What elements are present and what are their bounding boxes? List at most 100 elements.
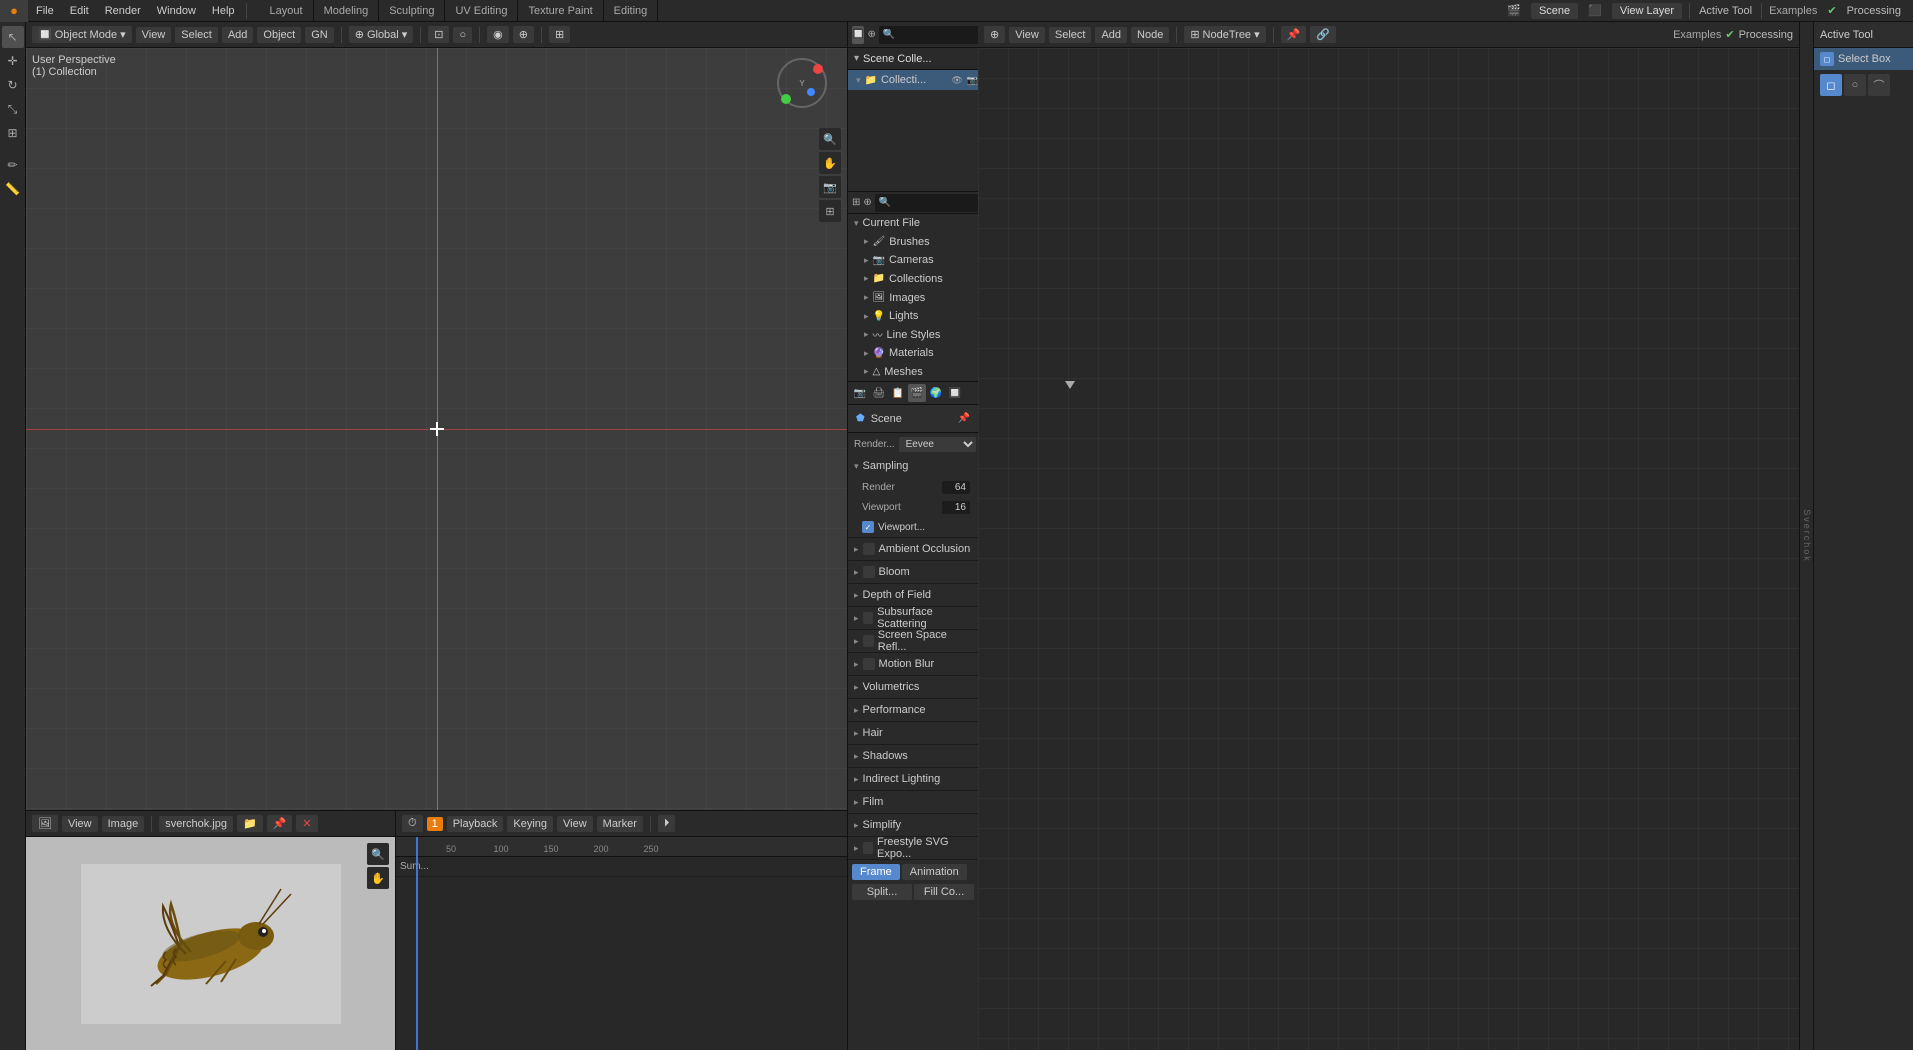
fill-co-btn[interactable]: Fill Co... — [914, 884, 974, 900]
viewport-overlays[interactable]: ⊕ — [513, 26, 534, 43]
bloom-header[interactable]: ▸ Bloom — [848, 561, 978, 583]
tool-cursor[interactable]: ↖ — [2, 26, 24, 48]
tab-modeling[interactable]: Modeling — [314, 0, 380, 21]
menu-help[interactable]: Help — [204, 0, 243, 21]
render-icon[interactable]: 📷 — [851, 384, 869, 402]
frame-tab[interactable]: Frame — [852, 864, 900, 880]
menu-file[interactable]: File — [28, 0, 62, 21]
film-header[interactable]: ▸ Film — [848, 791, 978, 813]
view-menu[interactable]: View — [136, 27, 172, 43]
scene-pin-icon[interactable]: 📌 — [958, 413, 970, 424]
il-header[interactable]: ▸ Indirect Lighting — [848, 768, 978, 790]
gn-menu[interactable]: GN — [305, 27, 334, 43]
outliner-item-collection[interactable]: ▾ 📁 Collecti... 👁 📷 — [848, 70, 978, 90]
menu-render[interactable]: Render — [97, 0, 149, 21]
sampling-header[interactable]: ▾ Sampling — [848, 455, 978, 477]
image-pin-btn[interactable]: 📌 — [267, 815, 293, 832]
tab-texture-paint[interactable]: Texture Paint — [518, 0, 603, 21]
at-icon-lasso[interactable]: ⌒ — [1868, 74, 1890, 96]
section-current-file[interactable]: ▾ Current File — [848, 214, 978, 233]
tab-sculpting[interactable]: Sculpting — [379, 0, 445, 21]
image-close-btn[interactable]: ✕ — [296, 815, 317, 832]
collection-visibility[interactable]: 👁 — [951, 75, 962, 86]
timeline-playhead[interactable] — [416, 837, 418, 1050]
playback-menu[interactable]: Playback — [447, 816, 504, 832]
timeline-icon[interactable]: ⏱ — [402, 815, 423, 832]
frame-number[interactable]: 1 — [427, 817, 443, 831]
dof-header[interactable]: ▸ Depth of Field — [848, 584, 978, 606]
tool-transform[interactable]: ⊞ — [2, 122, 24, 144]
proportional-edit[interactable]: ○ — [453, 27, 472, 43]
ssr-checkbox[interactable] — [863, 635, 874, 647]
at-icon-rect[interactable]: ◻ — [1820, 74, 1842, 96]
viewport-samples-value[interactable]: 16 — [942, 501, 970, 514]
mode-selector[interactable]: 🔲 Object Mode ▾ — [32, 26, 132, 43]
db-icon1[interactable]: ⊞ — [852, 194, 860, 212]
blender-logo[interactable]: ● — [0, 0, 28, 22]
sss-checkbox[interactable] — [863, 612, 874, 624]
marker-menu[interactable]: Marker — [597, 816, 643, 832]
mb-header[interactable]: ▸ Motion Blur — [848, 653, 978, 675]
menu-window[interactable]: Window — [149, 0, 204, 21]
section-cameras[interactable]: ▸ 📷 Cameras — [848, 251, 978, 270]
image-open-btn[interactable]: 📁 — [237, 815, 263, 832]
timeline-content[interactable]: 50 100 150 200 250 Sum... — [396, 837, 847, 1050]
outliner-scene-icon[interactable]: 🔲 — [852, 26, 864, 44]
section-line-styles[interactable]: ▸ 〰 Line Styles — [848, 325, 978, 344]
section-brushes[interactable]: ▸ 🖌 Brushes — [848, 233, 978, 252]
viewport-gizmo[interactable]: Y — [777, 58, 837, 118]
transform-space[interactable]: ⊕ Global ▾ — [349, 26, 414, 43]
ssr-header[interactable]: ▸ Screen Space Refl... — [848, 630, 978, 652]
tool-move[interactable]: ✛ — [2, 50, 24, 72]
ao-checkbox[interactable] — [863, 543, 875, 555]
section-lights[interactable]: ▸ 💡 Lights — [848, 307, 978, 326]
node-select-menu[interactable]: Select — [1049, 27, 1092, 43]
xray-toggle[interactable]: ⊞ — [549, 26, 570, 43]
node-snap-btn[interactable]: 🔗 — [1310, 26, 1336, 43]
camera-btn[interactable]: 📷 — [819, 176, 841, 198]
tab-layout[interactable]: Layout — [260, 0, 314, 21]
shadows-header[interactable]: ▸ Shadows — [848, 745, 978, 767]
section-meshes[interactable]: ▸ △ Meshes — [848, 362, 978, 381]
simplify-header[interactable]: ▸ Simplify — [848, 814, 978, 836]
node-view-menu[interactable]: View — [1009, 27, 1045, 43]
vol-header[interactable]: ▸ Volumetrics — [848, 676, 978, 698]
image-viewer-icon[interactable]: 🖼 — [32, 815, 58, 832]
at-icon-circle[interactable]: ○ — [1844, 74, 1866, 96]
select-menu[interactable]: Select — [175, 27, 218, 43]
hand-tool-btn[interactable]: ✋ — [819, 152, 841, 174]
viewport-3d[interactable]: User Perspective (1) Collection Y 🔍 ✋ 📷 … — [26, 48, 847, 810]
freestyle-header[interactable]: ▸ Freestyle SVG Expo... — [848, 837, 978, 859]
play-btn[interactable]: ⏵ — [658, 815, 676, 832]
menu-edit[interactable]: Edit — [62, 0, 97, 21]
grid-btn[interactable]: ⊞ — [819, 200, 841, 222]
outliner-type-icon[interactable]: ⊕ — [867, 26, 875, 44]
node-editor-content[interactable] — [978, 48, 1799, 1050]
collection-camera[interactable]: 📷 — [967, 75, 978, 86]
scene-icon-prop[interactable]: 🎬 — [908, 384, 926, 402]
node-add-menu[interactable]: Add — [1095, 27, 1127, 43]
image-view-menu[interactable]: View — [62, 816, 98, 832]
node-type-selector[interactable]: ⊞ NodeTree ▾ — [1184, 26, 1265, 43]
scene-name[interactable]: Scene — [1531, 3, 1578, 19]
node-pin-btn[interactable]: 📌 — [1281, 26, 1307, 43]
mb-checkbox[interactable] — [863, 658, 875, 670]
add-menu[interactable]: Add — [222, 27, 254, 43]
output-icon[interactable]: 🖨 — [870, 384, 888, 402]
image-zoom-btn[interactable]: 🔍 — [367, 843, 389, 865]
object-menu[interactable]: Object — [257, 27, 301, 43]
ao-header[interactable]: ▸ Ambient Occlusion — [848, 538, 978, 560]
freestyle-checkbox[interactable] — [863, 842, 873, 854]
render-engine-select[interactable]: Eevee Cycles Workbench — [899, 437, 976, 452]
tool-measure[interactable]: 📏 — [2, 178, 24, 200]
world-icon[interactable]: 🌍 — [927, 384, 945, 402]
split-btn[interactable]: Split... — [852, 884, 912, 900]
tab-uv-editing[interactable]: UV Editing — [445, 0, 518, 21]
image-menu[interactable]: Image — [102, 816, 145, 832]
keying-menu[interactable]: Keying — [507, 816, 553, 832]
viewlayer-icon[interactable]: 📋 — [889, 384, 907, 402]
tool-scale[interactable]: ⤡ — [2, 98, 24, 120]
tool-rotate[interactable]: ↻ — [2, 74, 24, 96]
section-collections[interactable]: ▸ 📁 Collections — [848, 270, 978, 289]
view-layer-label[interactable]: View Layer — [1612, 3, 1682, 19]
